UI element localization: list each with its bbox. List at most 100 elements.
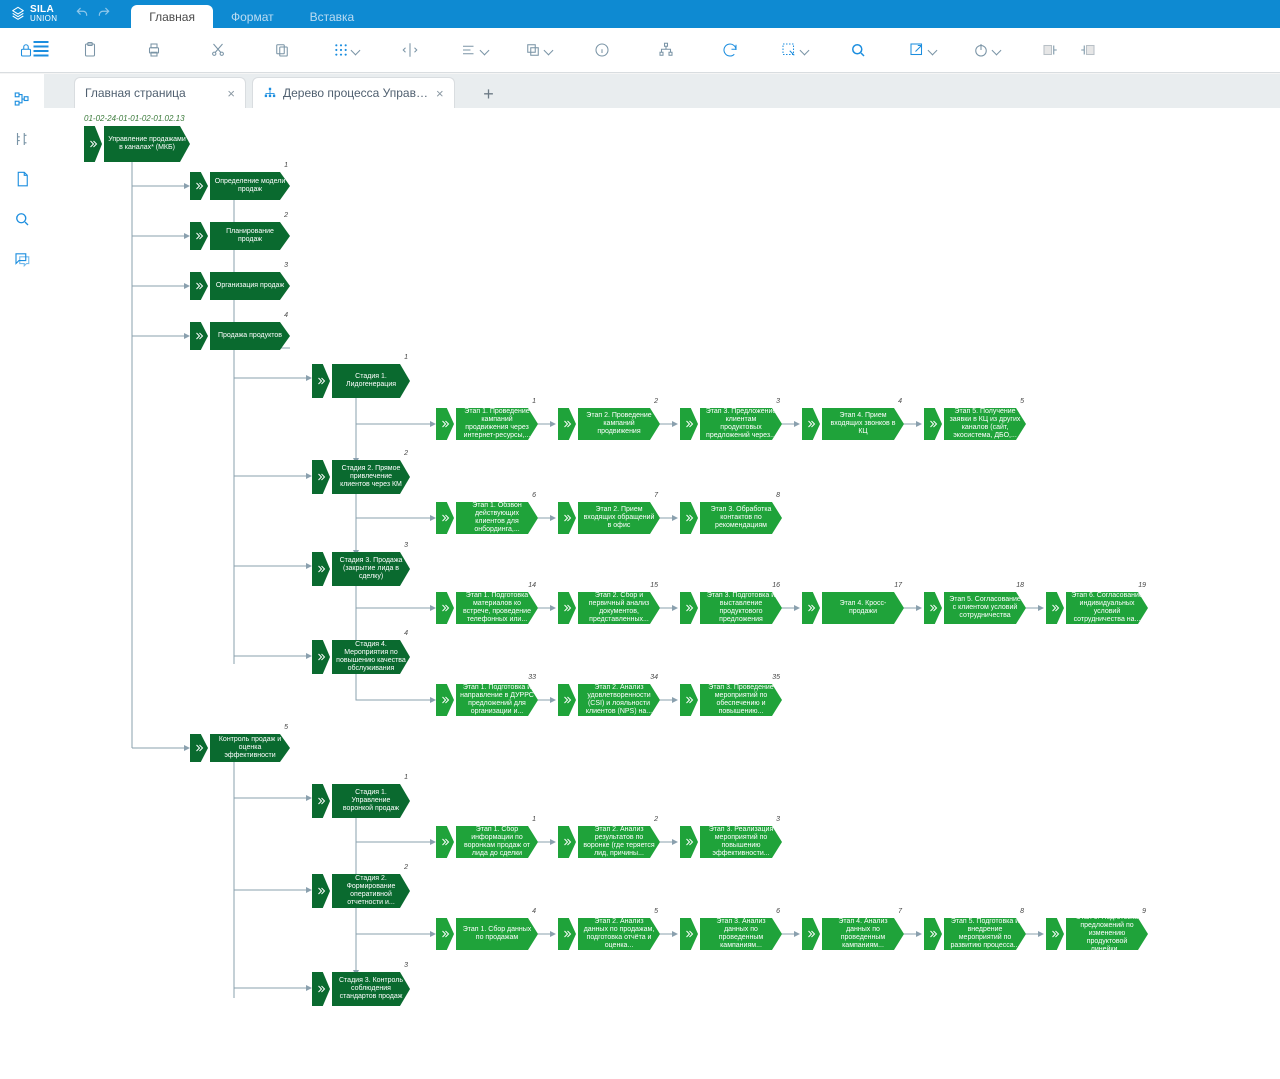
- menu-tab-format[interactable]: Формат: [213, 5, 292, 28]
- search-icon[interactable]: [844, 36, 872, 64]
- node-number: 4: [532, 908, 536, 915]
- process-node[interactable]: Этап 1. Сбор информации по воронкам прод…: [436, 826, 538, 858]
- process-node[interactable]: Этап 3. Реализация мероприятий по повыше…: [680, 826, 782, 858]
- node-number: 3: [284, 262, 288, 269]
- snap-right-icon[interactable]: [1074, 36, 1102, 64]
- close-icon[interactable]: ×: [227, 87, 235, 100]
- process-node[interactable]: Контроль продаж и оценка эффективности5: [190, 734, 290, 762]
- node-label: Этап 2. Прием входящих обращений в офис: [578, 502, 660, 534]
- process-node[interactable]: Этап 2. Прием входящих обращений в офис7: [558, 502, 660, 534]
- node-label: Организация продаж: [210, 272, 290, 300]
- print-icon[interactable]: [140, 36, 168, 64]
- doctab-label: Главная страница: [85, 86, 219, 100]
- new-tab-button[interactable]: +: [475, 80, 503, 108]
- lock-icon[interactable]: [12, 36, 40, 64]
- refresh-icon[interactable]: [716, 36, 744, 64]
- node-number: 7: [898, 908, 902, 915]
- bars-icon[interactable]: [460, 36, 488, 64]
- node-label: Этап 2. Анализ результатов по воронке (г…: [578, 826, 660, 858]
- process-node[interactable]: Стадия 3. Контроль соблюдения стандартов…: [312, 972, 410, 1006]
- select-icon[interactable]: [780, 36, 808, 64]
- node-number: 3: [776, 816, 780, 823]
- process-node[interactable]: Этап 1. Сбор данных по продажам4: [436, 918, 538, 950]
- process-node[interactable]: Этап 1. Подготовка материалов ко встрече…: [436, 592, 538, 624]
- diagram-canvas[interactable]: 01-02-24-01-01-02-01.02.13: [44, 108, 1280, 1079]
- redo-button[interactable]: [97, 6, 111, 23]
- chevron-down-icon: [351, 45, 361, 55]
- layers-icon[interactable]: [524, 36, 552, 64]
- close-icon[interactable]: ×: [436, 87, 444, 100]
- process-node[interactable]: Этап 1. Проведение кампаний продвижения …: [436, 408, 538, 440]
- node-number: 3: [404, 962, 408, 969]
- snap-left-icon[interactable]: [1036, 36, 1064, 64]
- process-node[interactable]: Этап 4. Кросс-продажи17: [802, 592, 904, 624]
- process-node[interactable]: Этап 3. Анализ данных по проведенным кам…: [680, 918, 782, 950]
- process-node[interactable]: Этап 2. Анализ результатов по воронке (г…: [558, 826, 660, 858]
- node-number: 1: [284, 162, 288, 169]
- process-node[interactable]: Этап 3. Предложение клиентам продуктовых…: [680, 408, 782, 440]
- process-node[interactable]: Этап 5. Согласование с клиентом условий …: [924, 592, 1026, 624]
- doctab-home[interactable]: Главная страница ×: [74, 77, 246, 108]
- process-node[interactable]: Этап 5. Получение заявки в КЦ из других …: [924, 408, 1026, 440]
- process-node[interactable]: Этап 2. Сбор и первичный анализ документ…: [558, 592, 660, 624]
- rail-search-icon[interactable]: [11, 208, 33, 230]
- process-node[interactable]: Этап 3. Обработка контактов по рекоменда…: [680, 502, 782, 534]
- node-label: Стадия 4. Мероприятия по повышению качес…: [332, 640, 410, 674]
- node-label: Этап 2. Анализ данных по продажам, подго…: [578, 918, 660, 950]
- toolbar: [0, 28, 1280, 73]
- process-node[interactable]: Стадия 4. Мероприятия по повышению качес…: [312, 640, 410, 674]
- rail-chat-icon[interactable]: [11, 248, 33, 270]
- process-node[interactable]: Стадия 2. Формирование оперативной отчет…: [312, 874, 410, 908]
- node-label: Этап 2. Анализ удовлетворенности (CSI) и…: [578, 684, 660, 716]
- process-node[interactable]: Этап 4. Анализ данных по проведенным кам…: [802, 918, 904, 950]
- paste-icon[interactable]: [76, 36, 104, 64]
- menu-tab-insert[interactable]: Вставка: [292, 5, 373, 28]
- process-node[interactable]: Этап 1. Обзвон действующих клиентов для …: [436, 502, 538, 534]
- process-node[interactable]: Этап 6. Согласование индивидуальных усло…: [1046, 592, 1148, 624]
- process-node[interactable]: Этап 2. Проведение кампаний продвижения2: [558, 408, 660, 440]
- node-label: Этап 2. Сбор и первичный анализ документ…: [578, 592, 660, 624]
- process-node[interactable]: Этап 2. Анализ удовлетворенности (CSI) и…: [558, 684, 660, 716]
- menu-tab-main[interactable]: Главная: [131, 5, 213, 28]
- menubar: SILAUNION Главная Формат Вставка: [0, 0, 1280, 28]
- align-center-h-icon[interactable]: [396, 36, 424, 64]
- node-label: Этап 4. Анализ данных по проведенным кам…: [822, 918, 904, 950]
- process-node[interactable]: Стадия 2. Прямое привлечение клиентов че…: [312, 460, 410, 494]
- node-label: Этап 3. Предложение клиентам продуктовых…: [700, 408, 782, 440]
- rail-document-icon[interactable]: [11, 168, 33, 190]
- grid-icon[interactable]: [332, 36, 360, 64]
- rail-settings-icon[interactable]: [11, 128, 33, 150]
- process-node[interactable]: Организация продаж3: [190, 272, 290, 300]
- process-node[interactable]: Этап 3. Подготовка и выставление продукт…: [680, 592, 782, 624]
- node-label: Стадия 2. Формирование оперативной отчет…: [332, 874, 410, 908]
- process-node[interactable]: Этап 4. Прием входящих звонков в КЦ4: [802, 408, 904, 440]
- copy-icon[interactable]: [268, 36, 296, 64]
- node-number: 16: [772, 582, 780, 589]
- undo-button[interactable]: [75, 6, 89, 23]
- process-node[interactable]: Этап 3. Проведение мероприятий по обеспе…: [680, 684, 782, 716]
- chevron-down-icon: [992, 45, 1002, 55]
- process-node[interactable]: Этап 1. Подготовка и направление в ДУРРС…: [436, 684, 538, 716]
- process-node[interactable]: Стадия 1. Управление воронкой продаж1: [312, 784, 410, 818]
- power-icon[interactable]: [972, 36, 1000, 64]
- process-node[interactable]: Этап 6. Подготовка предложений по измене…: [1046, 918, 1148, 950]
- external-link-icon[interactable]: [908, 36, 936, 64]
- doctab-label: Дерево процесса Управ…: [283, 86, 428, 100]
- process-node[interactable]: Этап 5. Подготовка и внедрение мероприят…: [924, 918, 1026, 950]
- logo-text-lower: UNION: [30, 14, 57, 23]
- doctab-process-tree[interactable]: Дерево процесса Управ… ×: [252, 77, 455, 108]
- process-node[interactable]: Продажа продуктов4: [190, 322, 290, 350]
- node-number: 35: [772, 674, 780, 681]
- process-node[interactable]: Стадия 1. Лидогенерация1: [312, 364, 410, 398]
- process-node[interactable]: Этап 2. Анализ данных по продажам, подго…: [558, 918, 660, 950]
- node-label: Определение модели продаж: [210, 172, 290, 200]
- process-node[interactable]: Определение модели продаж1: [190, 172, 290, 200]
- process-node-root[interactable]: Управление продажами в каналах* (МКБ): [84, 126, 190, 162]
- process-node[interactable]: Стадия 3. Продажа (закрытие лида в сделк…: [312, 552, 410, 586]
- process-node[interactable]: Планирование продаж2: [190, 222, 290, 250]
- rail-tree-icon[interactable]: [11, 88, 33, 110]
- info-icon[interactable]: [588, 36, 616, 64]
- tree-icon[interactable]: [652, 36, 680, 64]
- cut-icon[interactable]: [204, 36, 232, 64]
- chevron-down-icon: [480, 45, 490, 55]
